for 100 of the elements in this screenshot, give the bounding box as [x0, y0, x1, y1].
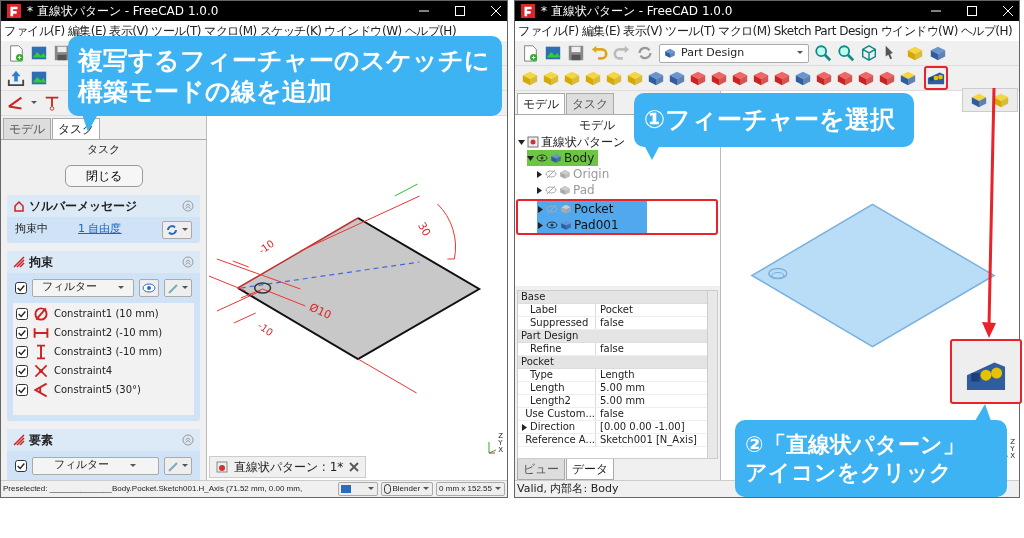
sketch-angle-icon[interactable] [7, 94, 25, 112]
visibility-button[interactable] [139, 278, 159, 297]
tree-label: 直線状パターン [541, 134, 625, 151]
new-document-icon[interactable] [521, 44, 539, 62]
constraint-label: Constraint3 (-10 mm) [54, 345, 163, 359]
block-icon[interactable] [815, 69, 833, 87]
panel-tab[interactable]: ビュー [517, 459, 565, 480]
panel-tab[interactable]: データ [566, 459, 614, 480]
block-icon[interactable] [970, 91, 988, 109]
maximize-icon[interactable] [967, 6, 977, 16]
checkbox[interactable] [16, 326, 28, 339]
block-icon[interactable] [899, 69, 917, 87]
menu-item[interactable]: 編集(E) [581, 22, 621, 40]
menu-item[interactable]: スケッチ(K) [259, 22, 322, 40]
menu-item[interactable]: ファイル(F) [518, 22, 579, 40]
mouse-icon [383, 484, 391, 494]
menu-item[interactable]: ウインドウ(W) [324, 22, 402, 40]
checkbox[interactable] [16, 345, 28, 358]
caret-icon [181, 461, 189, 470]
menu-item[interactable]: ツール(T) [151, 22, 201, 40]
block-icon[interactable] [689, 69, 707, 87]
filter-dropdown[interactable]: フィルター [32, 278, 134, 297]
menu-item[interactable]: ファイル(F) [4, 22, 65, 40]
block-icon[interactable] [794, 69, 812, 87]
block-icon[interactable] [668, 69, 686, 87]
checkbox[interactable] [16, 307, 28, 320]
property-group[interactable]: Pocket [518, 356, 707, 369]
block-icon[interactable] [773, 69, 791, 87]
feature-icon [560, 203, 572, 215]
menu-item[interactable]: ツール(T) [665, 22, 715, 40]
dimension-label: Ø10 [307, 300, 334, 323]
block-icon[interactable] [710, 69, 728, 87]
property-group[interactable]: Base [518, 291, 707, 304]
block-icon[interactable] [857, 69, 875, 87]
dropdown-caret-icon[interactable] [30, 99, 38, 107]
tree-label: Origin [573, 166, 610, 183]
dimension-dropdown[interactable]: 0 mm x 152.55 [436, 482, 505, 496]
callout-text: アイコンをクリック [745, 458, 953, 486]
checkbox[interactable] [15, 281, 27, 294]
zoom-icon[interactable] [837, 44, 855, 62]
image-icon[interactable] [30, 69, 48, 87]
menu-item[interactable]: マクロ(M) [718, 22, 771, 40]
tree-item[interactable]: 直線状パターン [518, 134, 629, 150]
panel-tab[interactable]: モデル [517, 93, 565, 114]
constraint-icon[interactable] [43, 94, 61, 112]
update-button[interactable] [162, 220, 192, 239]
degrees-link[interactable]: 1 自由度 [78, 221, 122, 238]
tree-item[interactable]: Pad001 [537, 217, 647, 233]
menu-item[interactable]: ウインドウ(W) [880, 22, 958, 40]
callout-text: 複写するフィーチャーのスケッチに [78, 44, 491, 76]
maximize-icon[interactable] [455, 6, 465, 16]
eye-icon[interactable] [536, 153, 548, 163]
menu-item[interactable]: Sketch [773, 22, 812, 40]
refresh-icon[interactable] [636, 44, 654, 62]
checkbox[interactable] [16, 364, 28, 377]
image-icon[interactable] [544, 44, 562, 62]
menu-item[interactable]: 表示(V) [623, 22, 663, 40]
close-button[interactable]: 閉じる [64, 164, 143, 187]
workbench-dropdown[interactable]: Part Design [659, 43, 809, 63]
block-icon[interactable] [836, 69, 854, 87]
panel-tab[interactable]: モデル [3, 118, 51, 139]
menu-item[interactable]: 表示(V) [109, 22, 149, 40]
section-title: 要素 [29, 431, 53, 449]
tree-item[interactable]: Body [527, 150, 599, 166]
property-group[interactable]: Part Design [518, 330, 707, 343]
caret-icon [116, 283, 125, 292]
menu-item[interactable]: Part Design [814, 22, 878, 40]
tree-item[interactable]: Pocket [537, 201, 647, 217]
checkbox[interactable] [16, 383, 28, 396]
tree-label: Pad001 [574, 217, 619, 234]
upload-icon[interactable] [7, 69, 25, 87]
block-icon[interactable] [731, 69, 749, 87]
eye-icon[interactable] [546, 220, 558, 230]
block-icon[interactable] [992, 91, 1010, 109]
menu-item[interactable]: ヘルプ(H) [404, 22, 457, 40]
block-icon[interactable] [929, 44, 947, 62]
solver-icon [13, 199, 25, 212]
zoom-icon[interactable] [814, 44, 832, 62]
feature-icon [560, 219, 572, 231]
constraint-section-icon [13, 255, 25, 268]
block-icon[interactable] [647, 69, 665, 87]
block-icon[interactable] [878, 69, 896, 87]
block-icon[interactable] [752, 69, 770, 87]
new-document-icon[interactable] [7, 44, 25, 62]
navigation-dropdown[interactable]: Blender [380, 482, 434, 496]
menu-item[interactable]: ヘルプ(H) [960, 22, 1013, 40]
cube-icon[interactable] [860, 44, 878, 62]
panel-tab[interactable]: タスク [566, 93, 614, 114]
filter-dropdown[interactable]: フィルター [32, 456, 159, 475]
image-icon[interactable] [30, 44, 48, 62]
checkbox[interactable] [15, 459, 27, 472]
save-icon[interactable] [567, 44, 585, 62]
close-icon[interactable] [349, 462, 360, 472]
caret-icon [181, 283, 189, 292]
menu-item[interactable]: 編集(E) [67, 22, 107, 40]
expand-caret-icon[interactable] [522, 423, 528, 431]
color-dropdown[interactable] [337, 482, 378, 496]
menu-item[interactable]: マクロ(M) [204, 22, 257, 40]
scrollbar[interactable] [707, 291, 717, 458]
document-tab[interactable]: 直線状パターン : 1* [209, 456, 367, 478]
